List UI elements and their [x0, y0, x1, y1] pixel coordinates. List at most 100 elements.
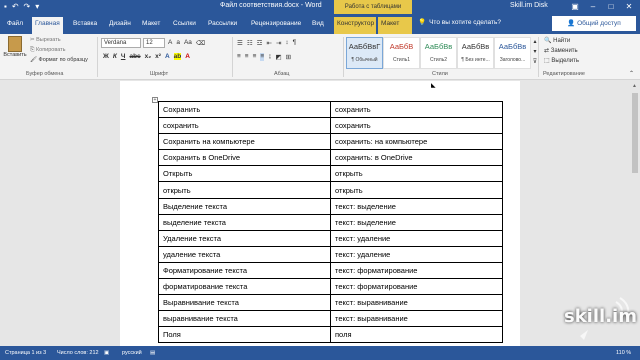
style-normal[interactable]: АаБбВвГ ¶ Обычный — [346, 37, 383, 69]
index-entry-cell[interactable]: сохранить — [330, 117, 503, 135]
word-count[interactable]: Число слов: 212 — [57, 346, 99, 360]
source-term-cell[interactable]: сохранить — [158, 117, 331, 135]
source-term-cell[interactable]: Открыть — [158, 165, 331, 183]
index-entry-cell[interactable]: поля — [330, 326, 503, 344]
style-heading[interactable]: АаБбВв Заголово... — [494, 37, 531, 69]
collapse-ribbon-icon[interactable]: ⌃ — [629, 70, 634, 77]
style-style2[interactable]: АаБбВв Стиль2 — [420, 37, 457, 69]
bullets-icon[interactable]: ☰ — [237, 39, 243, 47]
borders-icon[interactable]: ⊞ — [286, 53, 291, 61]
index-entry-cell[interactable]: текст: удаление — [330, 229, 503, 247]
source-term-cell[interactable]: форматирование текста — [158, 278, 331, 296]
source-term-cell[interactable]: открыть — [158, 181, 331, 199]
tab-review[interactable]: Рецензирование — [248, 17, 304, 34]
source-term-cell[interactable]: Удаление текста — [158, 229, 331, 247]
font-size-box[interactable]: 12 — [143, 38, 165, 48]
account-name[interactable]: Skill.im Disk — [510, 2, 548, 9]
index-entry-cell[interactable]: текст: форматирование — [330, 261, 503, 280]
tab-view[interactable]: Вид — [309, 17, 327, 34]
font-color-icon[interactable]: A — [185, 53, 190, 60]
align-right-icon[interactable]: ≡ — [253, 53, 257, 61]
style-no-spacing[interactable]: АаБбВв ¶ Без инте... — [457, 37, 494, 69]
tab-table-layout[interactable]: Макет — [378, 17, 412, 34]
tab-insert[interactable]: Вставка — [70, 17, 100, 34]
source-term-cell[interactable]: Сохранить — [158, 100, 331, 119]
sort-icon[interactable]: ↕ — [285, 39, 288, 47]
tab-home[interactable]: Главная — [32, 17, 63, 34]
source-term-cell[interactable]: удаление текста — [158, 245, 331, 263]
increase-indent-icon[interactable]: ⇥ — [276, 39, 281, 47]
index-entry-cell[interactable]: сохранить: в OneDrive — [330, 149, 503, 167]
source-term-cell[interactable]: Выравнивание текста — [158, 294, 331, 312]
show-marks-icon[interactable]: ¶ — [293, 39, 297, 47]
text-effects-icon[interactable]: A — [165, 53, 170, 60]
source-term-cell[interactable]: выравнивание текста — [158, 310, 331, 328]
index-entry-cell[interactable]: текст: форматирование — [330, 278, 503, 296]
index-entry-cell[interactable]: сохранить — [330, 100, 503, 119]
page-count[interactable]: Страница 1 из 3 — [5, 346, 46, 360]
superscript-icon[interactable]: x² — [155, 53, 161, 60]
copy-button[interactable]: ⎘ Копировать — [30, 47, 66, 54]
index-entry-cell[interactable]: текст: удаление — [330, 245, 503, 263]
format-painter-button[interactable]: 🖌 Формат по образцу — [30, 57, 88, 63]
tab-file[interactable]: Файл — [4, 17, 26, 34]
tab-layout[interactable]: Макет — [139, 17, 163, 34]
index-entry-cell[interactable]: текст: выделение — [330, 197, 503, 215]
index-entry-cell[interactable]: текст: выравнивание — [330, 294, 503, 312]
line-spacing-icon[interactable]: ↨ — [268, 53, 271, 61]
source-term-cell[interactable]: выделение текста — [158, 213, 331, 231]
style-style1[interactable]: АаБбВ Стиль1 — [383, 37, 420, 69]
undo-icon[interactable]: ↶ — [12, 2, 19, 12]
tab-table-design[interactable]: Конструктор — [334, 17, 376, 34]
language[interactable]: русский — [122, 346, 142, 360]
scroll-up-arrow[interactable]: ▲ — [632, 83, 637, 89]
italic-button[interactable]: К — [113, 53, 117, 60]
align-left-icon[interactable]: ≡ — [237, 53, 241, 61]
index-entry-cell[interactable]: открыть — [330, 165, 503, 183]
tab-design[interactable]: Дизайн — [106, 17, 134, 34]
source-term-cell[interactable]: Выделение текста — [158, 197, 331, 215]
justify-icon[interactable]: ≡ — [260, 53, 265, 61]
maximize-icon[interactable]: □ — [602, 0, 620, 14]
underline-button[interactable]: Ч — [121, 53, 126, 60]
index-entry-cell[interactable]: текст: выделение — [330, 213, 503, 231]
font-name-box[interactable]: Verdana — [101, 38, 141, 48]
source-term-cell[interactable]: Форматирование текста — [158, 261, 331, 280]
highlight-icon[interactable]: ab — [173, 53, 182, 60]
change-case-icon[interactable]: Aa — [184, 39, 192, 47]
find-button[interactable]: 🔍 Найти — [544, 37, 570, 44]
subscript-icon[interactable]: x₂ — [145, 53, 152, 60]
close-icon[interactable]: ✕ — [620, 0, 638, 14]
paste-button[interactable]: Вставить — [3, 36, 27, 58]
numbering-icon[interactable]: ☷ — [247, 39, 253, 47]
tell-me-box[interactable]: 💡 Что вы хотите сделать? — [418, 18, 501, 27]
source-term-cell[interactable]: Сохранить на компьютере — [158, 133, 331, 151]
source-term-cell[interactable]: Поля — [158, 326, 331, 344]
align-center-icon[interactable]: ≡ — [245, 53, 249, 61]
index-entry-cell[interactable]: текст: выравнивание — [330, 310, 503, 328]
macro-icon[interactable]: ▤ — [150, 346, 155, 360]
save-icon[interactable]: ▪ — [4, 2, 7, 12]
ribbon-display-icon[interactable]: ▣ — [566, 0, 584, 14]
shrink-font-icon[interactable]: a — [176, 39, 180, 47]
share-button[interactable]: 👤 Общий доступ — [552, 16, 636, 31]
source-term-cell[interactable]: Сохранить в OneDrive — [158, 149, 331, 167]
minimize-icon[interactable]: – — [584, 0, 602, 14]
bold-button[interactable]: Ж — [103, 53, 109, 60]
redo-icon[interactable]: ↷ — [24, 2, 31, 12]
table-move-handle[interactable]: + — [152, 97, 158, 103]
replace-button[interactable]: ⇄ Заменить — [544, 47, 578, 54]
tab-references[interactable]: Ссылки — [170, 17, 199, 34]
clear-format-icon[interactable]: ⌫ — [196, 39, 205, 47]
zoom-level[interactable]: 110 % — [616, 346, 631, 360]
grow-font-icon[interactable]: A — [168, 39, 172, 47]
cut-button[interactable]: ✂ Вырезать — [30, 37, 61, 43]
decrease-indent-icon[interactable]: ⇤ — [266, 39, 271, 47]
tab-mailings[interactable]: Рассылки — [205, 17, 240, 34]
select-button[interactable]: ⬚ Выделить — [544, 57, 579, 64]
index-entry-cell[interactable]: сохранить: на компьютере — [330, 133, 503, 151]
customize-qa-icon[interactable]: ▾ — [35, 2, 39, 12]
strikethrough-icon[interactable]: abc — [129, 53, 140, 60]
scroll-thumb[interactable] — [632, 93, 638, 173]
index-entry-cell[interactable]: открыть — [330, 181, 503, 199]
